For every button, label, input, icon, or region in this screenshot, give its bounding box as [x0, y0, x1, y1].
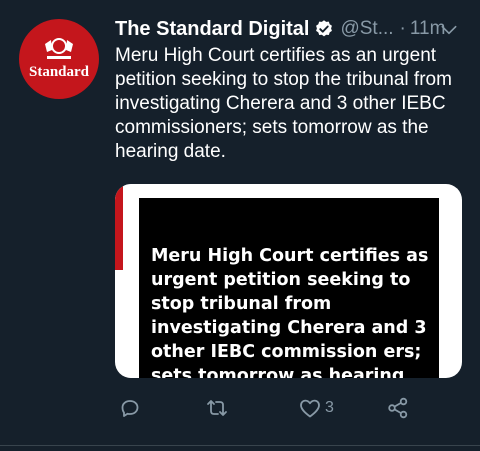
like-button[interactable]: 3 [298, 396, 334, 420]
tweet-actions: 3 [0, 390, 480, 426]
avatar[interactable]: Standard [19, 19, 99, 99]
tweet-text: Meru High Court certifies as an urgent p… [115, 45, 452, 162]
reply-button[interactable] [118, 396, 142, 420]
avatar-wordmark: Standard [28, 64, 90, 80]
tweet-media-image[interactable]: Meru High Court certifies as urgent peti… [115, 184, 462, 378]
share-button[interactable] [386, 396, 410, 420]
separator-dot: · [399, 18, 406, 39]
like-count: 3 [325, 399, 334, 416]
crest-logo-icon [45, 38, 73, 59]
account-name[interactable]: The Standard Digital [115, 18, 309, 41]
account-handle[interactable]: @St... [340, 18, 393, 40]
retweet-icon [207, 400, 227, 416]
tweet[interactable]: Standard The Standard Digital @St... · 1… [0, 0, 480, 451]
share-icon [388, 397, 408, 419]
chevron-down-icon[interactable] [439, 20, 459, 40]
verified-badge-icon [316, 20, 333, 37]
media-headline-card: Meru High Court certifies as urgent peti… [139, 198, 439, 378]
retweet-button[interactable] [205, 396, 229, 420]
tweet-divider [0, 445, 480, 446]
media-red-accent [115, 184, 123, 270]
tweet-header: The Standard Digital @St... · 11m [115, 14, 467, 44]
heart-icon [300, 399, 320, 418]
media-headline: Meru High Court certifies as urgent peti… [151, 246, 429, 378]
reply-icon [121, 400, 139, 417]
